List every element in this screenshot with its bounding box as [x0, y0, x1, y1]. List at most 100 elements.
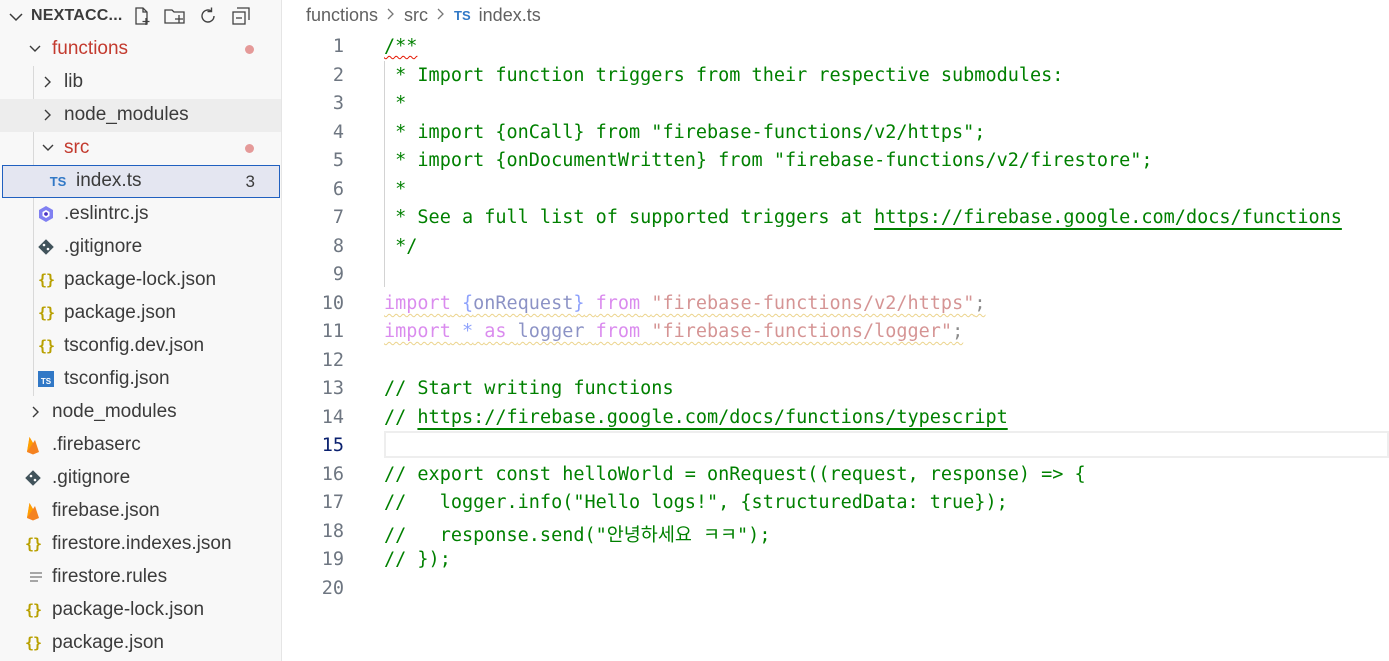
- typescript-file-icon: TS: [454, 8, 471, 23]
- tree-item-label: .gitignore: [64, 236, 143, 257]
- code-line-13: // Start writing functions: [384, 378, 674, 399]
- tree-item-label: package.json: [52, 632, 164, 653]
- tree-file-gitignore[interactable]: .gitignore: [0, 231, 281, 264]
- tree-folder-node-modules-root[interactable]: node_modules: [0, 396, 281, 429]
- explorer-header[interactable]: NEXTACC...: [0, 0, 281, 33]
- line-number: 13: [321, 378, 344, 399]
- modified-indicator: [245, 144, 254, 153]
- line-number: 12: [321, 350, 344, 371]
- tree-file-package-json[interactable]: {} package.json: [0, 297, 281, 330]
- tree-file-package-json-root[interactable]: {} package.json: [0, 627, 281, 660]
- code-line-10: import {onRequest} from "firebase-functi…: [384, 293, 986, 314]
- code-punct: ;: [974, 293, 986, 314]
- tree-folder-lib[interactable]: lib: [0, 66, 281, 99]
- refresh-icon[interactable]: [196, 4, 220, 28]
- code-brace: }: [573, 293, 585, 314]
- tree-file-eslintrc[interactable]: .eslintrc.js: [0, 198, 281, 231]
- code-keyword: from: [595, 293, 641, 314]
- line-number: 8: [332, 236, 344, 257]
- tree-item-label: firestore.indexes.json: [52, 533, 232, 554]
- line-number: 20: [321, 578, 344, 599]
- code-string: "firebase-functions/v2/https": [651, 293, 975, 314]
- tree-file-firestore-rules[interactable]: firestore.rules: [0, 561, 281, 594]
- line-number: 1: [332, 36, 344, 57]
- tree-item-label: .firebaserc: [52, 434, 141, 455]
- tree-item-label: functions: [52, 38, 129, 59]
- line-number: 17: [321, 492, 344, 513]
- code-link[interactable]: https://firebase.google.com/docs/functio…: [874, 207, 1342, 228]
- tree-file-firestore-indexes[interactable]: {} firestore.indexes.json: [0, 528, 281, 561]
- code-keyword: import: [384, 293, 451, 314]
- line-number: 5: [332, 150, 344, 171]
- tree-item-label: lib: [64, 71, 84, 92]
- chevron-right-icon: [386, 5, 396, 26]
- code-line-3: *: [384, 93, 407, 114]
- svg-text:TS: TS: [41, 377, 52, 386]
- chevron-right-icon: [38, 105, 58, 125]
- tree-file-firebase-json[interactable]: firebase.json: [0, 495, 281, 528]
- tree-file-package-lock-root[interactable]: {} package-lock.json: [0, 594, 281, 627]
- breadcrumb-item-src[interactable]: src: [404, 5, 428, 26]
- tree-item-label: tsconfig.json: [64, 368, 170, 389]
- json-file-icon: {}: [37, 337, 55, 355]
- tree-folder-src[interactable]: src: [0, 132, 281, 165]
- chevron-down-icon[interactable]: [8, 9, 24, 30]
- tree-file-package-lock[interactable]: {} package-lock.json: [0, 264, 281, 297]
- code-keyword: as: [484, 321, 507, 342]
- code-line-7: * See a full list of supported triggers …: [384, 207, 1342, 228]
- line-number: 16: [321, 464, 344, 485]
- chevron-down-icon: [38, 138, 58, 158]
- chevron-down-icon: [25, 39, 45, 59]
- code-link[interactable]: https://firebase.google.com/docs/functio…: [417, 407, 1007, 428]
- code-text: /**: [384, 36, 418, 57]
- tsconfig-file-icon: TS: [36, 369, 56, 389]
- tree-item-label: node_modules: [52, 401, 177, 422]
- code-operator: *: [461, 321, 474, 342]
- breadcrumb-item-functions[interactable]: functions: [306, 5, 378, 26]
- git-icon: [23, 468, 43, 488]
- tree-item-label: .gitignore: [52, 467, 131, 488]
- line-number: 18: [321, 521, 344, 542]
- tree-item-label: node_modules: [64, 104, 189, 125]
- explorer-sidebar: NEXTACC... functions lib node_modules sr…: [0, 0, 282, 661]
- json-file-icon: {}: [24, 601, 42, 619]
- new-file-icon[interactable]: [130, 4, 154, 28]
- code-text: * See a full list of supported triggers …: [384, 207, 875, 228]
- line-number: 3: [332, 93, 344, 114]
- code-line-16: // export const helloWorld = onRequest((…: [384, 464, 1086, 485]
- code-line-6: *: [384, 179, 407, 200]
- problem-count-badge: 3: [245, 172, 255, 191]
- firebase-icon: [23, 501, 43, 521]
- tree-file-firebaserc[interactable]: .firebaserc: [0, 429, 281, 462]
- tree-file-tsconfig[interactable]: TS tsconfig.json: [0, 363, 281, 396]
- typescript-file-icon: TS: [49, 173, 67, 189]
- modified-indicator: [245, 45, 254, 54]
- tree-item-label: tsconfig.dev.json: [64, 335, 205, 356]
- code-line-17: // logger.info("Hello logs!", {structure…: [384, 492, 1008, 513]
- tree-item-label: firebase.json: [52, 500, 160, 521]
- tree-folder-functions[interactable]: functions: [0, 33, 281, 66]
- code-line-5: * import {onDocumentWritten} from "fireb…: [384, 150, 1153, 171]
- line-number: 7: [332, 207, 344, 228]
- code-brace: {: [461, 293, 474, 314]
- line-number: 19: [321, 549, 344, 570]
- explorer-title: NEXTACC...: [31, 7, 123, 24]
- json-file-icon: {}: [37, 304, 55, 322]
- chevron-right-icon: [436, 5, 446, 26]
- chevron-right-icon: [26, 402, 46, 422]
- git-icon: [36, 237, 56, 257]
- code-line-14: // https://firebase.google.com/docs/func…: [384, 407, 1008, 428]
- tree-file-tsconfig-dev[interactable]: {} tsconfig.dev.json: [0, 330, 281, 363]
- collapse-all-icon[interactable]: [229, 4, 253, 28]
- tree-folder-node-modules[interactable]: node_modules: [0, 99, 281, 132]
- tree-item-label: package.json: [64, 302, 176, 323]
- new-folder-icon[interactable]: [163, 4, 187, 28]
- code-keyword: from: [595, 321, 641, 342]
- code-line-1: /**: [384, 36, 417, 57]
- code-editor[interactable]: 1 2 3 4 5 6 7 8 9 10 11 12 13 14 15 16 1…: [282, 33, 1389, 661]
- breadcrumb: functions src TS index.ts: [306, 5, 541, 26]
- tree-file-index-ts[interactable]: TS index.ts 3: [2, 165, 280, 198]
- code-line-18: // response.send("안녕하세요 ㅋㅋ");: [384, 525, 771, 546]
- breadcrumb-item-file[interactable]: index.ts: [479, 5, 541, 26]
- tree-file-gitignore-root[interactable]: .gitignore: [0, 462, 281, 495]
